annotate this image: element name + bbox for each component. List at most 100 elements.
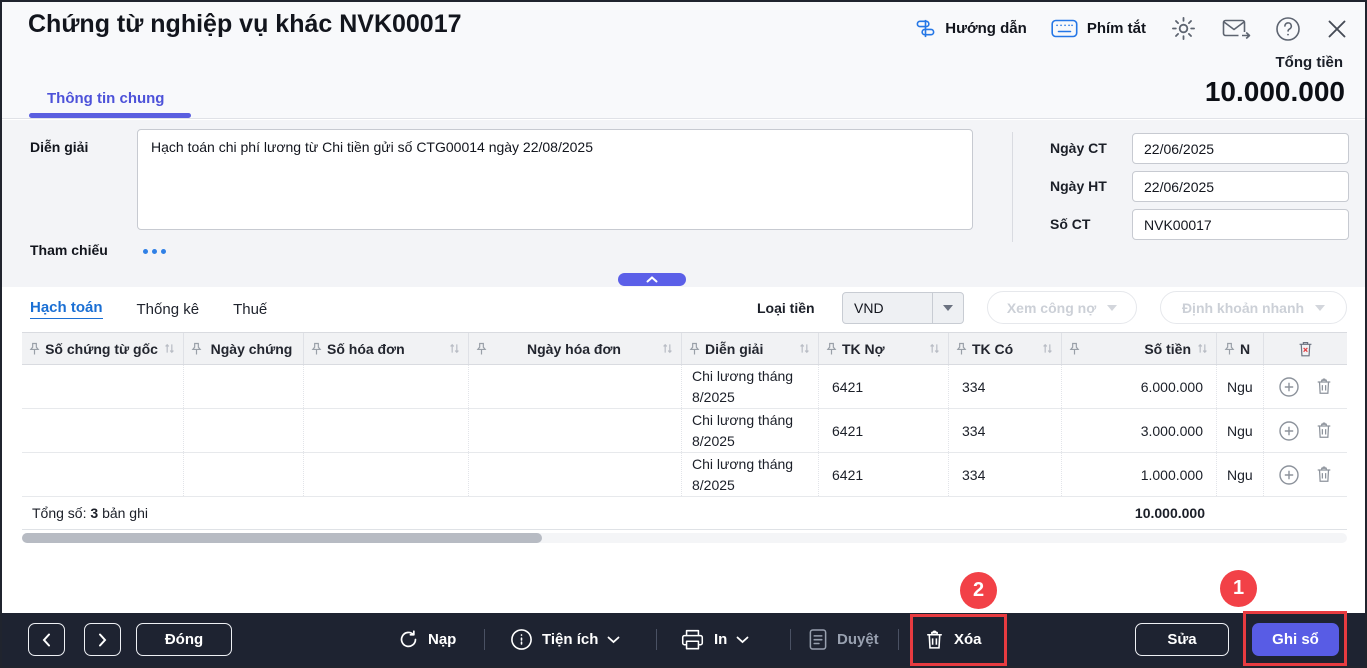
table-row: Chi lương tháng 8/2025 6421 334 3.000.00… bbox=[22, 409, 1347, 453]
cell-invoice-no[interactable] bbox=[304, 453, 469, 496]
reload-button[interactable]: Nạp bbox=[398, 613, 456, 666]
description-input[interactable]: Hạch toán chi phí lương từ Chi tiền gửi … bbox=[137, 129, 973, 230]
sort-icon bbox=[798, 342, 811, 355]
cell-invoice-date[interactable] bbox=[469, 409, 682, 452]
refresh-icon bbox=[398, 629, 419, 650]
add-row-icon[interactable] bbox=[1278, 420, 1300, 442]
guide-label: Hướng dẫn bbox=[945, 20, 1027, 37]
cell-original-doc-no[interactable] bbox=[22, 365, 184, 408]
chevron-left-icon bbox=[42, 633, 51, 647]
cell-debit-account[interactable]: 6421 bbox=[819, 409, 949, 452]
toolbar-divider bbox=[484, 629, 485, 650]
column-header-description[interactable]: Diễn giải bbox=[682, 333, 819, 364]
cell-invoice-no[interactable] bbox=[304, 409, 469, 452]
cell-extra[interactable]: Ngu bbox=[1217, 409, 1264, 452]
cell-original-doc-no[interactable] bbox=[22, 453, 184, 496]
cell-amount[interactable]: 1.000.000 bbox=[1062, 453, 1217, 496]
delete-row-icon[interactable] bbox=[1315, 377, 1333, 396]
column-header-extra[interactable]: N bbox=[1217, 333, 1264, 364]
add-row-icon[interactable] bbox=[1278, 464, 1300, 486]
keyboard-icon bbox=[1051, 19, 1078, 38]
posting-date-label: Ngày HT bbox=[1050, 178, 1107, 194]
edit-button[interactable]: Sửa bbox=[1135, 623, 1229, 656]
guide-link[interactable]: Hướng dẫn bbox=[915, 18, 1027, 39]
total-amount-label: Tổng tiền bbox=[1276, 54, 1344, 71]
quick-posting-button[interactable]: Định khoản nhanh bbox=[1160, 291, 1347, 324]
column-header-invoice-date[interactable]: Ngày hóa đơn bbox=[469, 333, 682, 364]
post-button[interactable]: Ghi sổ bbox=[1252, 623, 1339, 656]
reference-more-icon[interactable] bbox=[143, 249, 166, 254]
cell-credit-account[interactable]: 334 bbox=[949, 409, 1062, 452]
cell-amount[interactable]: 6.000.000 bbox=[1062, 365, 1217, 408]
cell-amount[interactable]: 3.000.000 bbox=[1062, 409, 1217, 452]
annotation-badge-1: 1 bbox=[1220, 570, 1257, 607]
column-header-amount[interactable]: Số tiền bbox=[1062, 333, 1217, 364]
annotation-badge-2: 2 bbox=[960, 572, 997, 609]
quick-posting-label: Định khoản nhanh bbox=[1182, 300, 1304, 316]
cell-description[interactable]: Chi lương tháng 8/2025 bbox=[682, 453, 819, 496]
currency-label: Loại tiền bbox=[757, 300, 815, 316]
send-mail-icon[interactable] bbox=[1221, 16, 1251, 42]
column-header-original-doc-no[interactable]: Số chứng từ gốc bbox=[22, 333, 184, 364]
doc-date-input[interactable] bbox=[1132, 133, 1349, 164]
horizontal-scrollbar[interactable] bbox=[22, 533, 1347, 543]
delete-all-icon bbox=[1297, 340, 1314, 358]
cell-doc-date[interactable] bbox=[184, 409, 304, 452]
cell-extra[interactable]: Ngu bbox=[1217, 453, 1264, 496]
document-icon bbox=[808, 628, 828, 651]
detail-tabs: Hạch toán Thống kê Thuế bbox=[30, 287, 267, 331]
cell-invoice-no[interactable] bbox=[304, 365, 469, 408]
column-header-debit-account[interactable]: TK Nợ bbox=[819, 333, 949, 364]
print-button[interactable]: In bbox=[680, 613, 749, 666]
approve-button[interactable]: Duyệt bbox=[808, 613, 879, 666]
tab-tax[interactable]: Thuế bbox=[233, 301, 267, 318]
doc-no-label: Số CT bbox=[1050, 216, 1090, 232]
pin-icon bbox=[1224, 342, 1235, 356]
cell-actions bbox=[1264, 409, 1347, 452]
cell-debit-account[interactable]: 6421 bbox=[819, 365, 949, 408]
column-header-credit-account[interactable]: TK Có bbox=[949, 333, 1062, 364]
cell-credit-account[interactable]: 334 bbox=[949, 453, 1062, 496]
currency-select[interactable]: VND bbox=[842, 292, 964, 324]
sort-icon bbox=[163, 342, 176, 355]
close-icon[interactable] bbox=[1325, 17, 1349, 41]
help-icon[interactable] bbox=[1275, 16, 1301, 42]
delete-row-icon[interactable] bbox=[1315, 421, 1333, 440]
cell-extra[interactable]: Ngu bbox=[1217, 365, 1264, 408]
dropdown-arrow-icon bbox=[1107, 305, 1117, 311]
delete-button[interactable]: Xóa bbox=[924, 613, 982, 666]
cell-invoice-date[interactable] bbox=[469, 453, 682, 496]
scrollbar-thumb[interactable] bbox=[22, 533, 542, 543]
currency-value: VND bbox=[843, 293, 932, 323]
column-header-delete-all[interactable] bbox=[1264, 333, 1347, 364]
cell-credit-account[interactable]: 334 bbox=[949, 365, 1062, 408]
posting-date-input[interactable] bbox=[1132, 171, 1349, 202]
tab-general-info[interactable]: Thông tin chung bbox=[47, 90, 164, 107]
add-row-icon[interactable] bbox=[1278, 376, 1300, 398]
total-amount-value: 10.000.000 bbox=[1205, 76, 1345, 108]
shortcuts-label: Phím tắt bbox=[1087, 20, 1146, 37]
settings-gear-icon[interactable] bbox=[1170, 15, 1197, 42]
trash-icon bbox=[924, 629, 945, 651]
delete-row-icon[interactable] bbox=[1315, 465, 1333, 484]
cell-invoice-date[interactable] bbox=[469, 365, 682, 408]
tab-statistics[interactable]: Thống kê bbox=[137, 301, 200, 318]
close-document-button[interactable]: Đóng bbox=[136, 623, 232, 656]
cell-original-doc-no[interactable] bbox=[22, 409, 184, 452]
doc-no-input[interactable] bbox=[1132, 209, 1349, 240]
utilities-button[interactable]: Tiện ích bbox=[510, 613, 620, 666]
collapse-form-button[interactable] bbox=[618, 273, 686, 286]
cell-description[interactable]: Chi lương tháng 8/2025 bbox=[682, 409, 819, 452]
cell-doc-date[interactable] bbox=[184, 453, 304, 496]
cell-doc-date[interactable] bbox=[184, 365, 304, 408]
column-header-doc-date[interactable]: Ngày chứng bbox=[184, 333, 304, 364]
next-record-button[interactable] bbox=[84, 623, 121, 656]
shortcuts-link[interactable]: Phím tắt bbox=[1051, 19, 1146, 38]
prev-record-button[interactable] bbox=[28, 623, 65, 656]
tab-accounting[interactable]: Hạch toán bbox=[30, 299, 103, 319]
table-row: Chi lương tháng 8/2025 6421 334 6.000.00… bbox=[22, 365, 1347, 409]
cell-description[interactable]: Chi lương tháng 8/2025 bbox=[682, 365, 819, 408]
view-debt-button[interactable]: Xem công nợ bbox=[987, 291, 1137, 324]
column-header-invoice-no[interactable]: Số hóa đơn bbox=[304, 333, 469, 364]
cell-debit-account[interactable]: 6421 bbox=[819, 453, 949, 496]
